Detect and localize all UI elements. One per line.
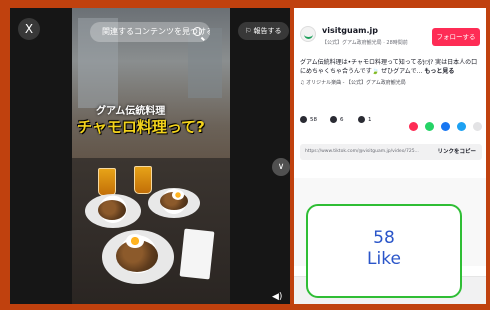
next-video-button[interactable]: ∨	[272, 158, 290, 176]
app-frame: X 関連するコンテンツを見つける ⚐ 報告する グアム伝統料理 チャモロ料理って…	[0, 0, 490, 310]
volume-button[interactable]: ◀)	[272, 292, 282, 302]
drink-glass-left	[98, 168, 116, 196]
video-player[interactable]: X 関連するコンテンツを見つける ⚐ 報告する グアム伝統料理 チャモロ料理って…	[10, 8, 290, 304]
share-icon-1[interactable]	[408, 122, 418, 131]
food-left	[98, 200, 126, 220]
heart-icon	[300, 116, 307, 123]
comment-icon	[330, 116, 337, 123]
overlay-like-count: 58	[373, 228, 395, 248]
search-input[interactable]: 関連するコンテンツを見つける	[90, 22, 210, 42]
bookmark-icon	[358, 116, 365, 123]
comment-stat[interactable]: 6	[330, 116, 344, 123]
like-stat[interactable]: 58	[300, 116, 317, 123]
account-username[interactable]: visitguam.jp	[322, 26, 378, 35]
report-button[interactable]: ⚐ 報告する	[238, 22, 289, 40]
egg-right	[172, 190, 184, 200]
chevron-down-icon: ∨	[277, 162, 285, 172]
egg-front	[126, 234, 144, 248]
engagement-row: 58 6 1	[300, 116, 482, 131]
share-icon-3[interactable]	[440, 122, 450, 131]
share-icon-2[interactable]	[424, 122, 434, 131]
save-count: 1	[368, 117, 372, 123]
close-icon: X	[24, 22, 34, 36]
more-link[interactable]: もっと見る	[424, 68, 454, 75]
report-label: 報告する	[253, 27, 282, 35]
account-subline: 【公式】グアム政府観光局 · 28時間前	[322, 40, 408, 46]
like-count: 58	[310, 117, 317, 123]
avatar[interactable]	[300, 26, 316, 42]
share-icon-4[interactable]	[456, 122, 466, 131]
close-button[interactable]: X	[18, 18, 40, 40]
share-icons	[407, 116, 482, 135]
drink-glass-right	[134, 166, 152, 194]
video-caption-big: チャモロ料理って?	[77, 118, 205, 136]
comment-count: 6	[340, 117, 344, 123]
follow-button[interactable]: フォローする	[432, 28, 480, 46]
flag-icon: ⚐	[245, 27, 252, 35]
video-caption-small: グアム伝統料理	[96, 106, 166, 117]
copy-link-button[interactable]: リンクをコピー	[437, 144, 476, 160]
save-stat[interactable]: 1	[358, 116, 372, 123]
share-arrow-icon[interactable]	[473, 122, 482, 131]
link-row: https://www.tiktok.com/@visitguam.jp/vid…	[300, 144, 482, 160]
like-count-overlay: 58 Like	[306, 204, 462, 298]
overlay-like-label: Like	[367, 249, 401, 269]
video-description: グアム伝統料理は•チャモロ料理って知ってる🍽? 実は日本人の口にめちゃくちゃ合う…	[300, 58, 482, 76]
speaker-icon: ◀)	[272, 292, 283, 302]
music-credit[interactable]: ♫ オリジナル楽曲 - 【公式】グアム政府観光局	[300, 79, 406, 86]
napkin	[179, 228, 215, 280]
video-url: https://www.tiktok.com/@visitguam.jp/vid…	[305, 149, 419, 154]
search-icon	[193, 27, 202, 36]
